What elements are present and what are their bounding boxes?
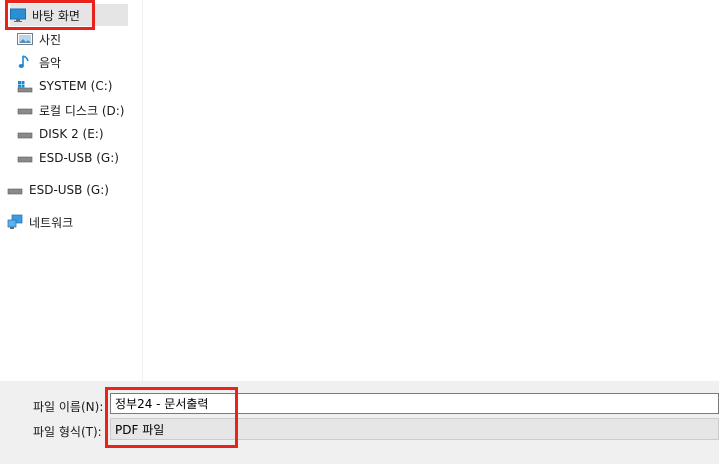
sidebar-item-label: ESD-USB (G:)	[29, 183, 109, 197]
file-list-area[interactable]	[143, 0, 719, 381]
sidebar-item-label: SYSTEM (C:)	[39, 79, 113, 93]
sidebar-item-label: 사진	[39, 32, 62, 47]
sidebar-item-label: 바탕 화면	[32, 8, 80, 23]
sidebar-item-esd-usb-g-root[interactable]: ESD-USB (G:)	[7, 179, 109, 201]
sidebar-item-label: 로컬 디스크 (D:)	[39, 103, 125, 118]
filetype-value: PDF 파일	[115, 422, 165, 437]
desktop-icon	[10, 7, 26, 23]
music-icon	[17, 54, 33, 70]
network-icon	[7, 214, 23, 230]
sidebar-item-disk2-e[interactable]: DISK 2 (E:)	[17, 123, 104, 145]
drive-icon	[17, 102, 33, 118]
filename-input[interactable]	[110, 393, 719, 414]
sidebar-item-label: ESD-USB (G:)	[39, 151, 119, 165]
sidebar-item-esd-usb-g[interactable]: ESD-USB (G:)	[17, 147, 119, 169]
sidebar-item-network[interactable]: 네트워크	[7, 211, 73, 233]
drive-icon	[17, 150, 33, 166]
drive-icon	[17, 126, 33, 142]
sidebar-item-system-c[interactable]: SYSTEM (C:)	[17, 75, 112, 97]
sidebar-item-label: 네트워크	[29, 215, 74, 230]
sidebar-item-local-disk-d[interactable]: 로컬 디스크 (D:)	[17, 99, 124, 121]
save-dialog: 바탕 화면 사진 음악 SYSTEM (C:) 로컬 디스크 (D:) DISK…	[0, 0, 719, 464]
sidebar-item-music[interactable]: 음악	[17, 51, 61, 73]
filetype-label: 파일 형식(T):	[33, 425, 102, 439]
file-options-panel: 파일 이름(N): 파일 형식(T): PDF 파일	[0, 381, 719, 464]
pictures-icon	[17, 31, 33, 47]
sidebar-item-desktop[interactable]: 바탕 화면	[10, 4, 128, 26]
sidebar-item-label: DISK 2 (E:)	[39, 127, 104, 141]
drive-icon	[7, 182, 23, 198]
filetype-select[interactable]: PDF 파일	[110, 418, 719, 440]
navigation-pane: 바탕 화면 사진 음악 SYSTEM (C:) 로컬 디스크 (D:) DISK…	[0, 0, 143, 381]
sidebar-item-label: 음악	[39, 55, 62, 70]
system-drive-icon	[17, 78, 33, 94]
filename-label: 파일 이름(N):	[33, 400, 104, 414]
sidebar-item-pictures[interactable]: 사진	[17, 28, 61, 50]
